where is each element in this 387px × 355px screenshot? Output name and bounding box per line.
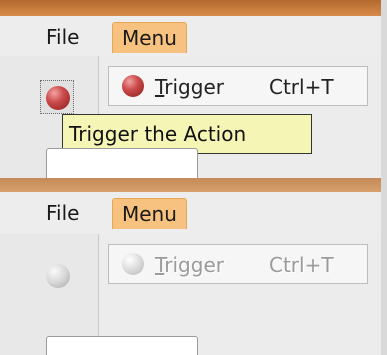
menu-file[interactable]: File <box>46 22 79 52</box>
menu-item-trigger[interactable]: Trigger <box>155 73 224 101</box>
mnemonic-letter: T <box>155 253 165 277</box>
menu-menu[interactable]: Menu <box>112 22 187 53</box>
shortcut-label: Ctrl+T <box>269 253 334 277</box>
window-edge <box>381 0 387 178</box>
window-enabled: File Menu Trigger Ctrl+T Trigger the Act… <box>0 0 387 178</box>
menu-menu[interactable]: Menu <box>112 198 187 229</box>
gray-ball-icon <box>122 253 144 275</box>
red-ball-icon <box>46 86 70 110</box>
menu-item-label-rest: rigger <box>164 75 224 99</box>
red-ball-icon <box>122 75 144 97</box>
window-disabled: File Menu Trigger Ctrl+T <box>0 178 387 355</box>
menu-item-label-rest: rigger <box>164 253 224 277</box>
menu-bar: File Menu <box>0 16 387 56</box>
titlebar <box>0 178 387 192</box>
trigger-toolbar-button[interactable] <box>40 80 74 114</box>
mnemonic-letter: T <box>155 75 165 99</box>
menu-item-trigger-disabled: Trigger <box>155 251 224 279</box>
menu-file[interactable]: File <box>46 198 79 228</box>
trigger-toolbar-button-disabled <box>40 258 74 292</box>
menu-bar: File Menu <box>0 192 387 234</box>
menu-dropdown: Trigger Ctrl+T <box>108 66 368 106</box>
text-entry[interactable] <box>46 336 198 355</box>
shortcut-label: Ctrl+T <box>269 75 334 99</box>
menu-dropdown: Trigger Ctrl+T <box>108 244 368 284</box>
window-edge <box>381 178 387 355</box>
titlebar <box>0 0 387 16</box>
text-entry[interactable] <box>46 148 198 178</box>
gray-ball-icon <box>46 264 70 288</box>
